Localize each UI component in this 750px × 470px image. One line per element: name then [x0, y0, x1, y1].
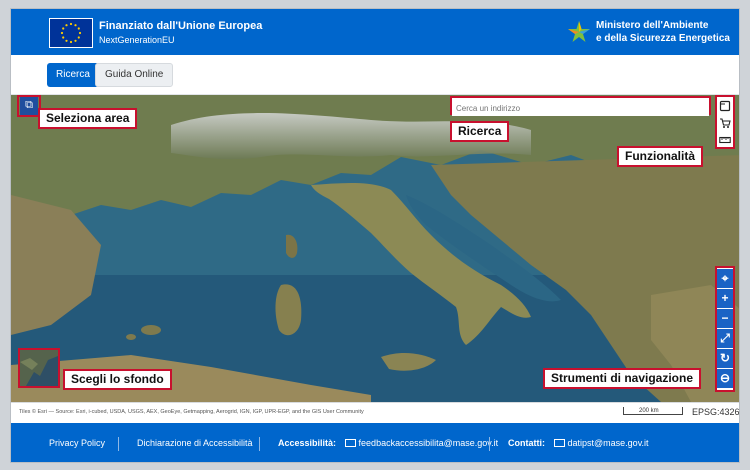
mail-icon	[553, 439, 565, 447]
scale-label: 200 km	[639, 408, 659, 414]
eu-star-icon	[65, 24, 68, 27]
header-subtitle: NextGenerationEU	[99, 35, 175, 45]
address-search-input[interactable]	[452, 101, 709, 116]
ministry-name-line1: Ministero dell'Ambiente	[596, 20, 709, 31]
locate-icon[interactable]: ⌖	[717, 269, 733, 288]
eu-star-icon	[77, 27, 80, 30]
search-box	[450, 96, 711, 116]
footer: Privacy Policy Dichiarazione di Accessib…	[11, 423, 739, 462]
header-title: Finanziato dall'Unione Europea	[99, 20, 263, 32]
map-view[interactable]: ⧉ Seleziona area Ricerca Funzionalità ⌖ …	[11, 95, 739, 402]
annotation-select-area: Seleziona area	[38, 108, 138, 129]
eu-star-icon	[74, 39, 77, 42]
select-area-icon[interactable]: ⧉	[20, 97, 38, 115]
ministry-name-line2: e della Sicurezza Energetica	[596, 33, 730, 44]
eu-star-icon	[78, 31, 82, 35]
contacts: Contatti: datipst@mase.gov.it	[508, 437, 649, 449]
eu-star-icon	[74, 24, 77, 27]
annotation-search: Ricerca	[450, 121, 510, 142]
minus-circle-icon[interactable]: ⊖	[717, 369, 733, 388]
tab-bar: Ricerca Guida Online	[11, 55, 739, 95]
functions-toolbar	[715, 95, 735, 149]
ministry-name: Ministero dell'Ambiente e della Sicurezz…	[596, 19, 730, 45]
fullscreen-icon[interactable]: ⤢	[717, 329, 733, 348]
privacy-policy-link[interactable]: Privacy Policy	[49, 437, 105, 449]
eu-star-icon	[62, 27, 65, 30]
header: Finanziato dall'Unione Europea NextGener…	[11, 9, 739, 55]
projection-label: EPSG:4326	[692, 407, 740, 417]
footer-divider	[489, 437, 490, 451]
ministry-logo-icon	[567, 20, 591, 44]
refresh-icon[interactable]: ↻	[717, 349, 733, 368]
map-footer-bar: Tiles © Esri — Source: Esri, i-cubed, US…	[11, 402, 740, 423]
eu-flag-icon	[49, 18, 93, 48]
layers-icon[interactable]	[717, 98, 733, 114]
eu-star-icon	[77, 36, 80, 39]
accessibility-email-link[interactable]: feedbackaccessibilita@mase.gov.it	[359, 438, 499, 448]
eu-star-icon	[60, 31, 64, 35]
zoom-in-icon[interactable]: +	[717, 289, 733, 308]
footer-divider	[259, 437, 260, 451]
annotation-functions: Funzionalità	[617, 146, 703, 167]
navigation-toolbar: ⌖ + − ⤢ ↻ ⊖	[715, 266, 735, 392]
annotation-navigation: Strumenti di navigazione	[543, 368, 702, 389]
accessibility-contact: Accessibilità: feedbackaccessibilita@mas…	[278, 437, 498, 449]
eu-star-icon	[69, 40, 73, 44]
eu-star-icon	[65, 39, 68, 42]
mail-icon	[344, 439, 356, 447]
app-window: Finanziato dall'Unione Europea NextGener…	[10, 8, 740, 463]
ruler-icon[interactable]	[717, 132, 733, 148]
accessibility-label: Accessibilità:	[278, 438, 337, 448]
annotation-background: Scegli lo sfondo	[63, 369, 172, 390]
footer-divider	[118, 437, 119, 451]
zoom-out-icon[interactable]: −	[717, 309, 733, 328]
contacts-label: Contatti:	[508, 438, 545, 448]
map-attribution: Tiles © Esri — Source: Esri, i-cubed, US…	[19, 409, 364, 415]
tab-guida-online[interactable]: Guida Online	[95, 63, 174, 87]
eu-star-icon	[62, 36, 65, 39]
cart-icon[interactable]	[717, 115, 733, 131]
contacts-email-link[interactable]: datipst@mase.gov.it	[568, 438, 649, 448]
basemap-switcher-thumbnail[interactable]	[18, 348, 60, 388]
satellite-map-image	[11, 95, 739, 402]
eu-star-icon	[69, 22, 73, 26]
accessibility-statement-link[interactable]: Dichiarazione di Accessibilità	[137, 437, 253, 449]
tab-ricerca[interactable]: Ricerca	[47, 63, 99, 87]
